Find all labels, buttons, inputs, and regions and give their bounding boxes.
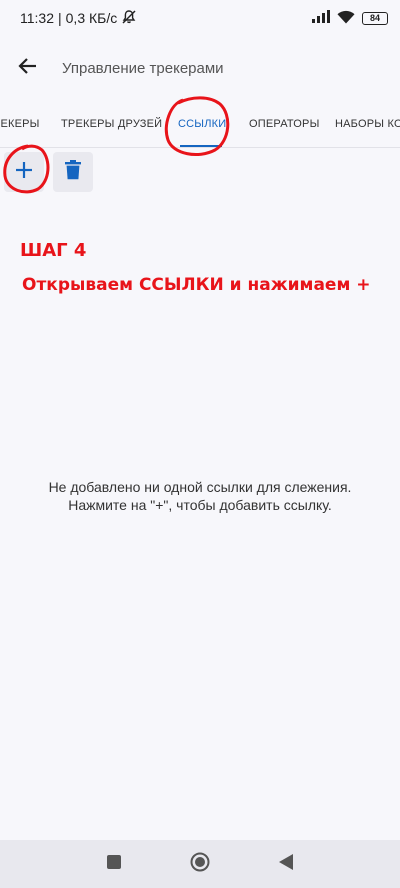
- empty-state-line-1: Не добавлено ни одной ссылки для слежени…: [48, 479, 352, 495]
- recents-button[interactable]: [90, 840, 138, 888]
- annotation-circles: [3, 96, 230, 194]
- square-icon: [107, 854, 121, 874]
- home-button[interactable]: [176, 840, 224, 888]
- system-nav-bar: [0, 840, 400, 888]
- empty-state-line-2: Нажмите на "+", чтобы добавить ссылку.: [68, 497, 332, 513]
- home-circle-icon: [190, 852, 210, 877]
- annotation-circle-plus: [3, 144, 50, 194]
- back-nav-button[interactable]: [262, 840, 310, 888]
- annotation-instruction: Открываем ССЫЛКИ и нажимаем +: [22, 275, 371, 295]
- annotation-circle-tab: [164, 96, 230, 156]
- annotation-step: ШАГ 4: [20, 240, 87, 261]
- triangle-back-icon: [279, 853, 293, 875]
- empty-state-message: Не добавлено ни одной ссылки для слежени…: [20, 478, 380, 514]
